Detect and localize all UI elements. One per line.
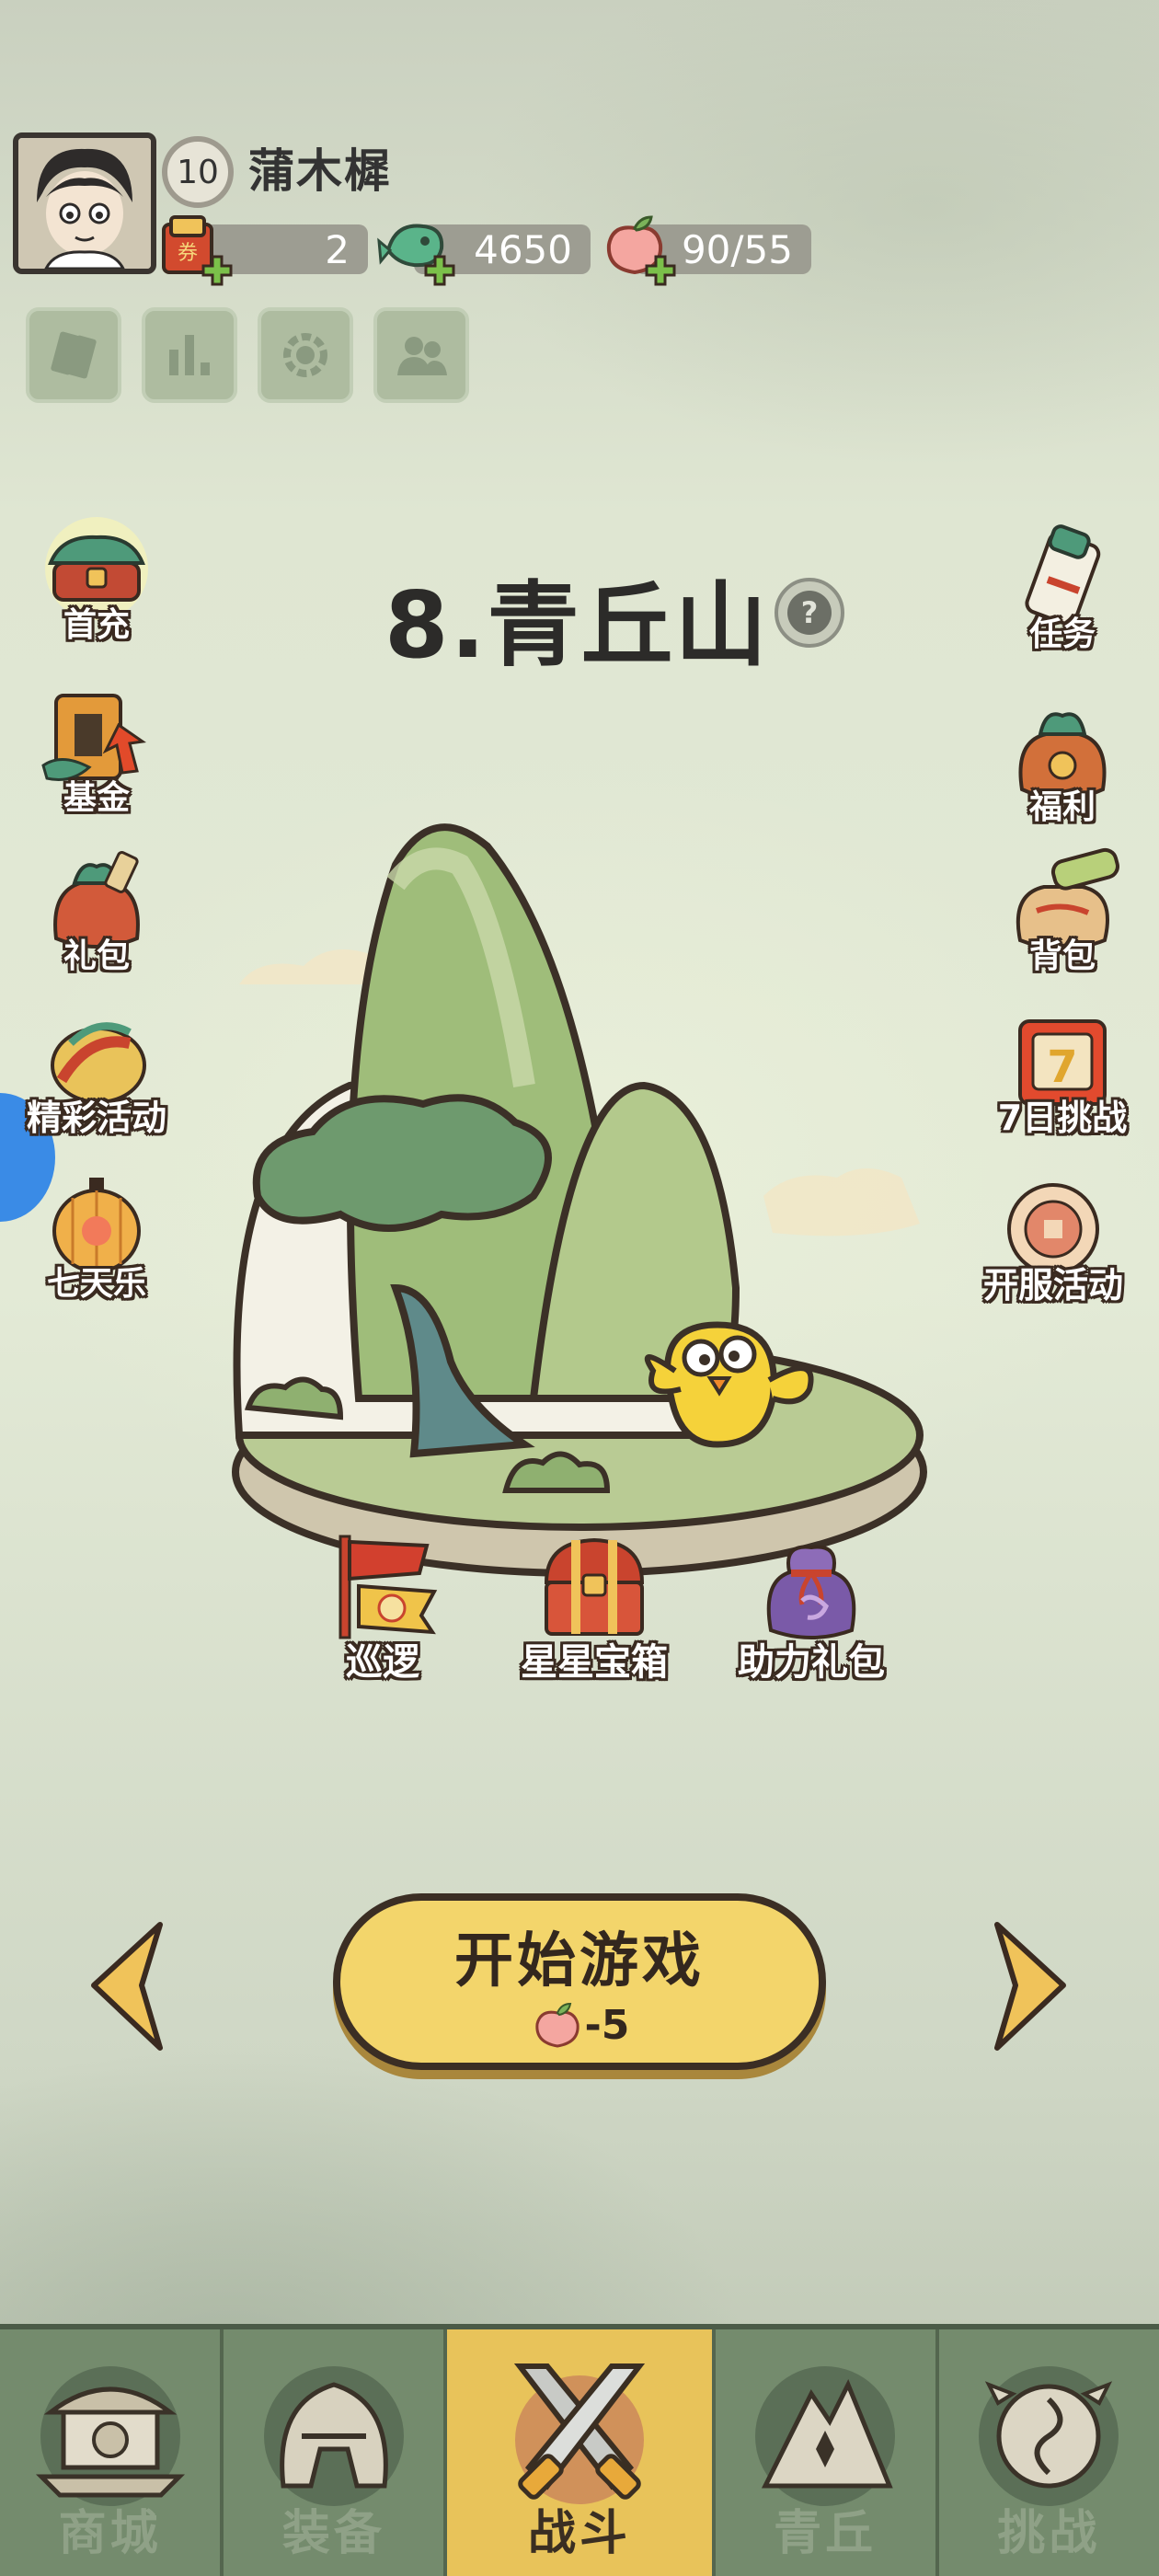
resource-jade-value: 4650 [474,226,572,272]
star-chest-button[interactable]: 星星宝箱 [511,1527,677,1685]
menu-backpack-label: 背包 [1028,937,1096,975]
menu-welfare-label: 福利 [1028,788,1096,826]
menu-backpack[interactable]: 背包 [984,846,1141,994]
assist-gift-label: 助力礼包 [738,1641,885,1684]
question-icon: ? [787,591,832,635]
crossed-swords-icon [513,2363,646,2504]
svg-text:7: 7 [1047,1041,1077,1093]
menu-seven-day-label: 七天乐 [46,1265,146,1303]
menu-tasks[interactable]: 任务 [984,524,1141,672]
star-chest-icon [544,1537,645,1636]
nav-tab-battle[interactable]: 战斗 [447,2329,716,2576]
menu-tasks-label: 任务 [1028,615,1096,653]
nav-shop-label: 商城 [58,2506,162,2561]
toolbar-friends-button[interactable] [373,307,469,403]
nav-battle-label: 战斗 [527,2506,631,2561]
toolbar-ranking-button[interactable] [142,307,237,403]
assist-gift-button[interactable]: 助力礼包 [729,1527,894,1685]
start-game-cost: -5 [530,2000,630,2050]
star-chest-label: 星星宝箱 [521,1641,668,1684]
menu-events-label: 精彩活动 [26,1098,166,1138]
helmet-icon [263,2366,404,2506]
menu-fund-label: 基金 [63,779,130,817]
player-avatar[interactable] [13,132,156,274]
menu-gift-bag[interactable]: 礼包 [18,846,175,994]
svg-text:券: 券 [178,242,198,265]
menu-gift-bag-label: 礼包 [63,937,130,975]
nav-equipment-label: 装备 [281,2506,385,2561]
chevron-right-icon [994,1922,1066,2051]
stage-help-button[interactable]: ? [775,578,844,648]
menu-seven-day-challenge[interactable]: 7 7日挑战 [984,1006,1141,1154]
settings-icon [283,333,327,377]
ranking-icon [169,335,210,375]
menu-events[interactable]: 精彩活动 [18,1006,175,1154]
peach-icon[interactable] [598,208,676,286]
cards-icon [51,331,97,379]
svg-text:?: ? [801,595,819,630]
menu-first-recharge-label: 首充 [63,606,130,644]
friends-icon [397,337,447,375]
stage-title: 8.青丘山 [384,571,769,679]
patrol-button[interactable]: 巡逻 [300,1527,465,1685]
start-game-label: 开始游戏 [454,1927,705,1995]
ticket-icon[interactable]: 券 [155,208,233,286]
player-name: 蒲木樨 [248,144,392,198]
toolbar-cards-button[interactable] [26,307,121,403]
peach-cost-icon [534,2002,580,2048]
challenge-icon [979,2366,1119,2506]
nav-tab-equipment[interactable]: 装备 [224,2329,448,2576]
start-game-button[interactable]: 开始游戏 -5 [333,1893,826,2070]
menu-fund[interactable]: 基金 [18,688,175,835]
player-level-badge: 10 [162,136,234,208]
patrol-label: 巡逻 [346,1641,419,1684]
menu-seven-day[interactable]: 七天乐 [18,1174,175,1321]
patrol-flag-icon [339,1535,438,1639]
chevron-left-icon [91,1922,163,2051]
player-level: 10 [177,153,219,191]
toolbar-settings-button[interactable] [258,307,353,403]
mountain-icon [755,2366,896,2506]
menu-first-recharge[interactable]: 首充 [18,515,175,662]
nav-tab-challenge[interactable]: 挑战 [938,2329,1159,2576]
menu-welfare[interactable]: 福利 [984,697,1141,845]
nav-tab-shop[interactable]: 商城 [0,2329,224,2576]
prev-stage-arrow[interactable] [86,1919,169,2053]
bottom-nav: 商城 装备 战斗 青丘 挑战 [0,2324,1159,2576]
jade-fish-icon[interactable] [377,208,455,286]
start-game-cost-value: -5 [584,2001,630,2049]
assist-bag-icon [766,1545,856,1639]
resource-coupon-value: 2 [325,226,350,272]
next-stage-arrow[interactable] [988,1919,1071,2053]
menu-server-open-label: 开服活动 [982,1265,1123,1305]
resource-peach-value: 90/55 [681,226,793,272]
shop-icon [35,2366,185,2506]
menu-seven-day-challenge-label: 7日挑战 [997,1098,1128,1138]
nav-challenge-label: 挑战 [997,2506,1101,2561]
nav-qingqiu-label: 青丘 [774,2506,878,2561]
nav-tab-qingqiu[interactable]: 青丘 [715,2329,939,2576]
avatar-portrait-icon [18,138,151,269]
menu-server-open[interactable]: 开服活动 [975,1174,1131,1321]
